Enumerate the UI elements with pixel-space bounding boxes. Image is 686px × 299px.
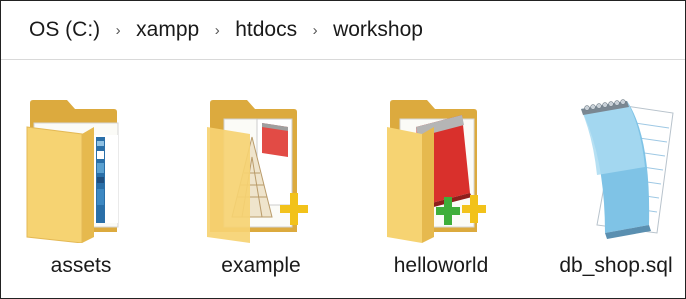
file-explorer-window: OS (C:) › xampp › htdocs › workshop asse… [0, 0, 686, 299]
folder-icon [387, 100, 486, 243]
breadcrumb[interactable]: OS (C:) › xampp › htdocs › workshop [1, 1, 685, 60]
file-item-example[interactable]: example [186, 97, 336, 287]
file-item-db-shop-sql[interactable]: db_shop.sql [541, 97, 686, 287]
file-item-assets[interactable]: assets [6, 97, 156, 287]
file-item-helloworld[interactable]: helloworld [366, 97, 516, 287]
notepad-file-icon [581, 99, 674, 239]
breadcrumb-separator-icon[interactable]: › [310, 23, 320, 38]
breadcrumb-separator-icon[interactable]: › [113, 23, 123, 38]
file-name-label: example [221, 254, 301, 277]
breadcrumb-item-drive[interactable]: OS (C:) [29, 18, 100, 42]
breadcrumb-item-workshop[interactable]: workshop [333, 18, 423, 42]
file-name-label: db_shop.sql [559, 254, 673, 277]
file-name-label: assets [50, 254, 112, 277]
folder-icon [26, 100, 119, 243]
folder-icon [207, 100, 308, 243]
breadcrumb-item-xampp[interactable]: xampp [136, 18, 199, 42]
breadcrumb-separator-icon[interactable]: › [212, 23, 222, 38]
breadcrumb-item-htdocs[interactable]: htdocs [235, 18, 297, 42]
file-name-label: helloworld [393, 254, 489, 277]
